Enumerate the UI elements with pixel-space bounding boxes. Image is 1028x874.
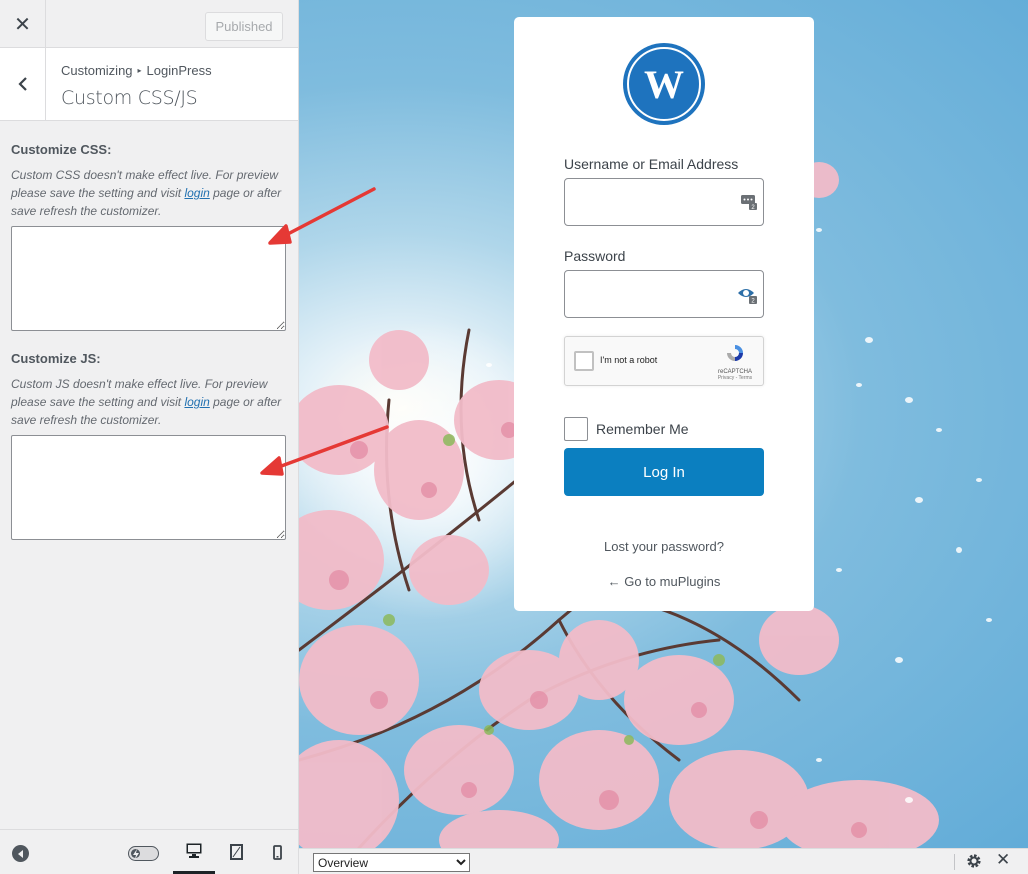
tablet-preview-button[interactable]: [215, 830, 257, 874]
login-page-link[interactable]: login: [184, 395, 209, 409]
custom-js-label: Customize JS:: [11, 351, 101, 366]
overview-select[interactable]: Overview: [313, 853, 470, 872]
preview-toggle[interactable]: [128, 846, 159, 861]
back-button[interactable]: [0, 48, 46, 120]
recaptcha-text: I'm not a robot: [600, 355, 658, 365]
wordpress-logo-icon: W: [623, 43, 705, 125]
devbar-divider: [954, 854, 955, 870]
login-page-link[interactable]: login: [184, 186, 209, 200]
custom-css-control: Customize CSS: Custom CSS doesn't make e…: [11, 142, 287, 331]
custom-css-label: Customize CSS:: [11, 142, 112, 157]
breadcrumb-separator-icon: ▸: [137, 66, 142, 75]
lost-password-link[interactable]: Lost your password?: [514, 539, 814, 554]
password-input[interactable]: 2: [564, 270, 764, 318]
customizer-sidebar: ✕ Published Customizing ▸ LoginPress Custo…: [0, 0, 299, 874]
close-icon: ✕: [14, 13, 31, 36]
desktop-preview-button[interactable]: [173, 830, 215, 874]
custom-css-description: Custom CSS doesn't make effect live. For…: [11, 166, 287, 220]
close-icon[interactable]: ✕: [996, 850, 1010, 870]
collapse-icon: [17, 849, 23, 858]
custom-js-description: Custom JS doesn't make effect live. For …: [11, 375, 287, 429]
close-customizer-button[interactable]: ✕: [0, 0, 46, 48]
collapse-sidebar-button[interactable]: [12, 845, 29, 862]
recaptcha-widget: I'm not a robot reCAPTCHA Privacy - Term…: [564, 336, 764, 386]
lightning-icon: [133, 849, 139, 859]
remember-me-checkbox[interactable]: [564, 417, 588, 441]
mobile-icon: [272, 844, 282, 860]
gear-icon[interactable]: [966, 853, 982, 869]
breadcrumb-section: LoginPress: [146, 63, 212, 78]
recaptcha-logo-icon: [727, 345, 743, 361]
tablet-icon: [229, 844, 243, 860]
custom-css-textarea[interactable]: [11, 226, 286, 331]
debug-bar: Overview ✕: [299, 848, 1028, 874]
custom-js-textarea[interactable]: [11, 435, 286, 540]
publish-button[interactable]: Published: [205, 12, 283, 41]
recaptcha-checkbox[interactable]: [574, 351, 594, 371]
chevron-left-icon: [17, 77, 27, 91]
custom-js-control: Customize JS: Custom JS doesn't make eff…: [11, 351, 287, 540]
breadcrumb-root: Customizing: [61, 63, 133, 78]
login-preview: W Username or Email Address 2 Password 2…: [299, 0, 1028, 848]
section-title: Custom CSS/JS: [61, 87, 198, 109]
recaptcha-brand: reCAPTCHA Privacy - Terms: [715, 343, 755, 381]
username-label: Username or Email Address: [564, 156, 739, 172]
mobile-preview-button[interactable]: [256, 830, 298, 874]
remember-me-label: Remember Me: [596, 421, 689, 437]
back-to-site-link[interactable]: ← Go to muPlugins: [514, 574, 814, 589]
password-manager-icon: 2: [741, 195, 757, 210]
recaptcha-links[interactable]: Privacy - Terms: [715, 375, 755, 381]
log-in-button[interactable]: Log In: [564, 448, 764, 496]
username-input[interactable]: 2: [564, 178, 764, 226]
desktop-icon: [186, 843, 202, 858]
password-label: Password: [564, 248, 626, 264]
section-header: Customizing ▸ LoginPress Custom CSS/JS: [0, 48, 298, 121]
login-form-card: W Username or Email Address 2 Password 2…: [514, 17, 814, 611]
breadcrumb: Customizing ▸ LoginPress: [61, 63, 212, 78]
customizer-header: ✕ Published: [0, 0, 298, 48]
svg-text:W: W: [644, 62, 684, 107]
customizer-footer: [0, 829, 298, 874]
show-password-icon: 2: [738, 289, 757, 304]
